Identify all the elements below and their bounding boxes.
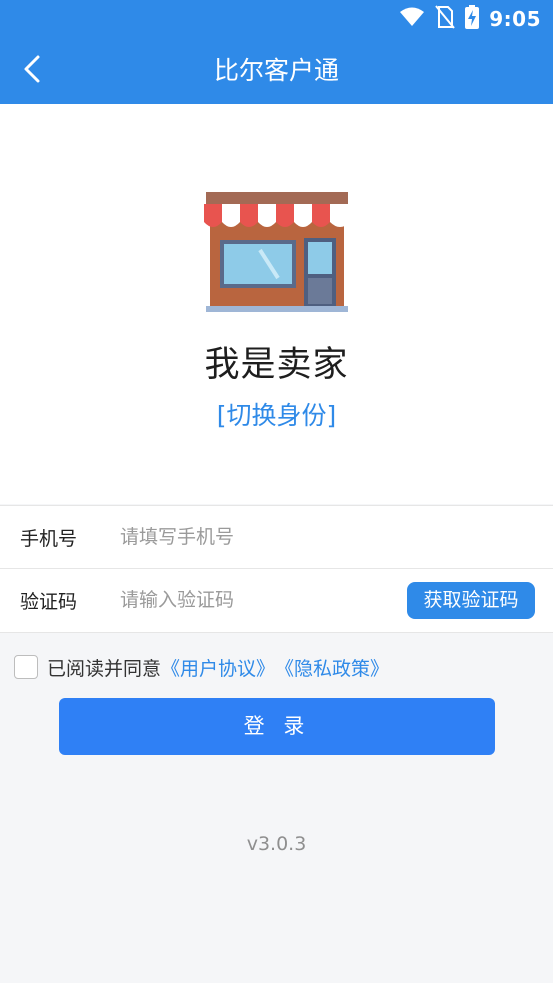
status-bar: 9:05 (0, 0, 553, 38)
no-sim-icon (435, 5, 456, 33)
phone-input[interactable] (120, 526, 553, 548)
role-title: 我是卖家 (204, 345, 349, 385)
agreement-row: 已阅读并同意 《用户协议》 《隐私政策》 (14, 653, 389, 681)
status-time: 9:05 (489, 7, 541, 31)
app-bar: 比尔客户通 (0, 38, 553, 104)
agreement-text: 已阅读并同意 (47, 657, 162, 680)
code-label: 验证码 (20, 590, 78, 613)
user-agreement-link[interactable]: 《用户协议》 (161, 654, 275, 681)
login-form: 手机号 验证码 获取验证码 (0, 505, 553, 633)
login-button[interactable]: 登 录 (59, 698, 495, 755)
get-code-button[interactable]: 获取验证码 (407, 582, 535, 619)
battery-charging-icon (465, 5, 480, 33)
shop-storefront-icon (200, 188, 354, 316)
phone-row: 手机号 (0, 506, 553, 568)
code-row: 验证码 获取验证码 (0, 568, 553, 631)
role-hero: 我是卖家 [切换身份] (0, 104, 553, 504)
agreement-checkbox[interactable] (14, 655, 38, 679)
phone-label: 手机号 (20, 527, 78, 550)
wifi-icon (399, 6, 425, 32)
page-title: 比尔客户通 (213, 56, 339, 85)
switch-role-link[interactable]: [切换身份] (0, 396, 553, 432)
version-label: v3.0.3 (246, 833, 307, 855)
status-icons: 9:05 (399, 5, 541, 33)
privacy-policy-link[interactable]: 《隐私政策》 (275, 654, 389, 681)
